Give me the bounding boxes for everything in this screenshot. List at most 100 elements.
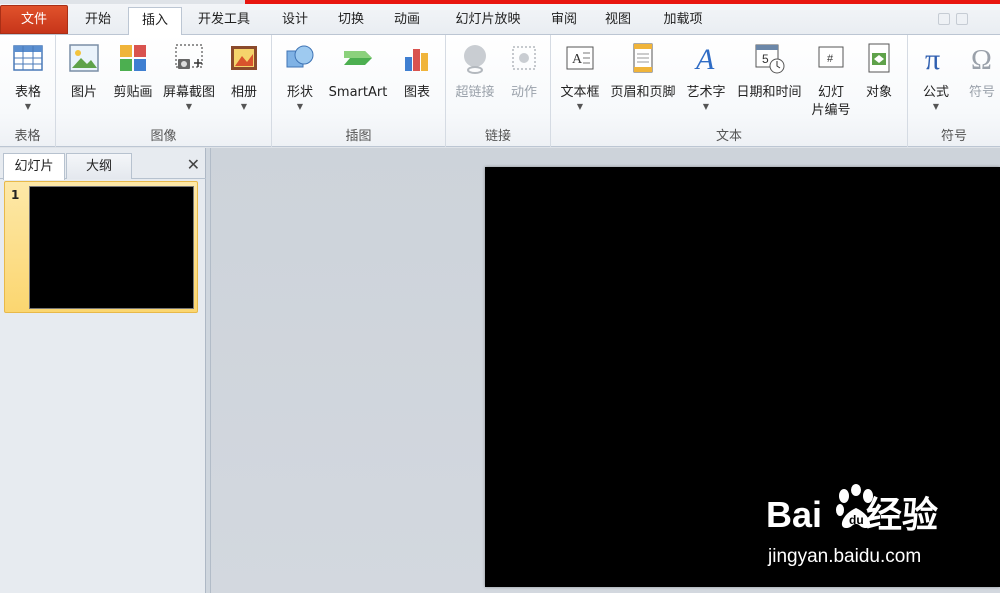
group-label-text: 文本 (715, 129, 742, 144)
pi-icon: π (925, 43, 940, 75)
shapes-button[interactable]: 形状 ▼ (278, 39, 322, 112)
tab-insert[interactable]: 插入 (128, 7, 182, 36)
slide-number-icon: # (818, 46, 844, 68)
watermark-url: jingyan.baidu.com (768, 546, 922, 567)
group-label-links: 链接 (484, 129, 511, 144)
chevron-down-icon: ▼ (702, 102, 710, 111)
calendar-clock-icon: 5 (755, 44, 785, 74)
group-table: 表格 ▼ 表格 (0, 35, 56, 147)
photo-album-icon (231, 46, 257, 70)
action-icon (512, 46, 536, 70)
chevron-down-icon: ▼ (296, 102, 304, 111)
tab-file[interactable]: 文件 (0, 5, 68, 34)
smartart-icon (344, 51, 372, 65)
svg-text:#: # (827, 53, 834, 65)
clipart-button[interactable]: 剪贴画 (108, 39, 158, 102)
group-image: 图片 剪贴画 屏幕截图 ▼ 相册 ▼ 图像 (56, 35, 272, 147)
tab-view[interactable]: 视图 (592, 7, 644, 35)
textbox-label: 文本框 (560, 85, 600, 100)
datetime-label: 日期和时间 (736, 85, 802, 100)
svg-text:A: A (694, 43, 715, 75)
watermark-logo-left: Bai (766, 494, 823, 535)
clipart-icon (120, 45, 146, 71)
chart-label: 图表 (403, 85, 430, 100)
ribbon-controls (932, 13, 994, 29)
group-label-illustrations: 插图 (345, 129, 372, 144)
table-icon (13, 45, 43, 71)
symbol-button[interactable]: Ω 符号 (962, 39, 1000, 102)
picture-icon (69, 44, 99, 72)
tab-review[interactable]: 审阅 (538, 7, 590, 35)
svg-text:5: 5 (762, 52, 769, 66)
group-illustrations: 形状 ▼ SmartArt 图表 插图 (272, 35, 446, 147)
shapes-icon (286, 45, 314, 68)
chevron-down-icon: ▼ (932, 102, 940, 111)
tab-transitions[interactable]: 切换 (324, 7, 378, 35)
object-label: 对象 (865, 85, 892, 100)
chevron-down-icon: ▼ (576, 102, 584, 111)
clipart-label: 剪贴画 (113, 85, 153, 100)
table-button[interactable]: 表格 ▼ (4, 39, 52, 112)
header-footer-button[interactable]: 页眉和页脚 (606, 39, 680, 102)
header-footer-label: 页眉和页脚 (610, 85, 676, 100)
hyperlink-icon (464, 45, 486, 74)
object-button[interactable]: 对象 (856, 39, 902, 102)
baidu-paw-icon: du (836, 484, 873, 528)
wordart-label: 艺术字 (686, 85, 726, 100)
object-icon (868, 43, 890, 73)
equation-button[interactable]: π 公式 ▼ (914, 39, 958, 112)
tab-design[interactable]: 设计 (268, 7, 322, 35)
slide-thumbnail[interactable] (29, 186, 194, 309)
chevron-down-icon: ▼ (240, 102, 248, 111)
hyperlink-button[interactable]: 超链接 (450, 39, 500, 102)
group-text: A 文本框 ▼ 页眉和页脚 A 艺术字 ▼ 5 日期和时间 # 幻灯 片编号 对… (551, 35, 908, 147)
chevron-down-icon: ▼ (24, 102, 32, 111)
pane-tabs: 幻灯片 大纲 ✕ (0, 151, 206, 180)
tab-developer[interactable]: 开发工具 (184, 7, 264, 35)
chart-icon (405, 49, 428, 71)
album-label: 相册 (230, 85, 257, 100)
ribbon: 表格 ▼ 表格 图片 剪贴画 屏幕截图 ▼ 相册 ▼ 图像 形状 ▼ Smart… (0, 35, 1000, 147)
tab-slides[interactable]: 幻灯片 (3, 153, 65, 180)
tab-slideshow[interactable]: 幻灯片放映 (440, 7, 536, 35)
tab-addins[interactable]: 加载项 (650, 7, 716, 35)
smartart-label: SmartArt (328, 85, 388, 100)
wordart-button[interactable]: A 艺术字 ▼ (682, 39, 730, 112)
slide-number-label-2: 片编号 (811, 103, 851, 118)
tab-animations[interactable]: 动画 (380, 7, 434, 35)
picture-button[interactable]: 图片 (62, 39, 106, 102)
slide-number: 1 (11, 188, 20, 202)
header-footer-icon (633, 43, 653, 73)
slide-number-button[interactable]: # 幻灯 片编号 (809, 39, 853, 120)
close-icon[interactable]: ✕ (187, 155, 200, 174)
screenshot-label: 屏幕截图 (162, 85, 215, 100)
textbox-button[interactable]: A 文本框 ▼ (555, 39, 605, 112)
baidu-watermark: Bai 经验 du jingyan.baidu.com (766, 484, 996, 576)
svg-text:A: A (572, 52, 583, 67)
minimize-ribbon-icon[interactable] (938, 13, 950, 25)
chart-button[interactable]: 图表 (394, 39, 440, 102)
textbox-icon: A (566, 46, 594, 70)
picture-label: 图片 (70, 85, 97, 100)
help-icon[interactable] (956, 13, 968, 25)
equation-label: 公式 (922, 85, 949, 100)
action-button[interactable]: 动作 (502, 39, 546, 102)
group-label-table: 表格 (14, 129, 41, 144)
group-symbols: π 公式 ▼ Ω 符号 符号 (908, 35, 1000, 147)
shapes-label: 形状 (286, 85, 313, 100)
slide-thumbnail-item[interactable]: 1 (4, 181, 198, 313)
tab-home[interactable]: 开始 (70, 7, 126, 35)
group-label-symbols: 符号 (940, 129, 967, 144)
tab-outline[interactable]: 大纲 (66, 153, 132, 179)
screenshot-icon (175, 44, 203, 69)
chevron-down-icon: ▼ (185, 102, 193, 111)
slides-pane: 幻灯片 大纲 ✕ 1 (0, 148, 206, 593)
screenshot-button[interactable]: 屏幕截图 ▼ (158, 39, 220, 112)
album-button[interactable]: 相册 ▼ (222, 39, 266, 112)
symbol-label: 符号 (968, 85, 995, 100)
svg-text:du: du (849, 513, 864, 527)
wordart-icon: A (694, 43, 715, 75)
slide-number-label-1: 幻灯 (817, 85, 844, 100)
smartart-button[interactable]: SmartArt (324, 39, 392, 102)
datetime-button[interactable]: 5 日期和时间 (731, 39, 807, 102)
